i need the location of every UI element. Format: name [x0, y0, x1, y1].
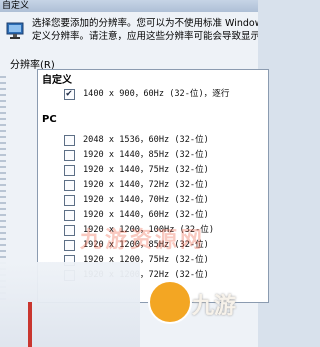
checkbox[interactable]: [64, 165, 75, 176]
site-logo: 九游: [130, 270, 258, 347]
checkbox[interactable]: ✔: [64, 88, 75, 100]
dialog-description: 选择您要添加的分辨率。您可以为不使用标准 Windows 定义分辨率。请注意，应…: [32, 17, 258, 43]
blurred-footer-area: [0, 262, 140, 347]
list-item[interactable]: 1920 x 1440，60Hz (32-位): [64, 209, 268, 222]
logo-text: 九游: [192, 294, 237, 319]
group-header-pc: PC: [42, 114, 57, 125]
description-line-1: 选择您要添加的分辨率。您可以为不使用标准 Windows: [32, 18, 258, 29]
logo-badge-icon: [148, 280, 192, 324]
resolution-label: 1920 x 1440，70Hz (32-位): [83, 195, 209, 205]
checkbox[interactable]: [64, 225, 75, 236]
resolution-label: 1920 x 1440，60Hz (32-位): [83, 210, 209, 220]
checkbox[interactable]: [64, 240, 75, 251]
checkbox[interactable]: [64, 150, 75, 161]
checkbox[interactable]: [64, 195, 75, 206]
group-header-custom: 自定义: [42, 75, 72, 86]
resolution-label: 1920 x 1440，75Hz (32-位): [83, 165, 209, 175]
list-item[interactable]: 1920 x 1440，72Hz (32-位): [64, 179, 268, 192]
resolution-label: 1920 x 1440，85Hz (32-位): [83, 150, 209, 160]
monitor-icon: [6, 22, 24, 39]
checkmark-icon: ✔: [66, 88, 73, 99]
list-item[interactable]: 1920 x 1440，75Hz (32-位): [64, 164, 268, 177]
resolution-label: 1920 x 1440，72Hz (32-位): [83, 180, 209, 190]
list-item[interactable]: 2048 x 1536，60Hz (32-位): [64, 134, 268, 147]
description-line-2: 定义分辨率。请注意，应用这些分辨率可能会导致显示器: [32, 31, 258, 42]
watermark-text: 九游资源网: [80, 228, 206, 253]
highlight-frame: [28, 302, 32, 347]
list-item[interactable]: 1920 x 1440，85Hz (32-位): [64, 149, 268, 162]
checkbox[interactable]: [64, 210, 75, 221]
checkbox[interactable]: [64, 135, 75, 146]
window-title-bar: 自定义: [0, 0, 258, 12]
list-item[interactable]: ✔ 1400 x 900，60Hz (32-位)，逐行: [64, 88, 268, 101]
window-title: 自定义: [2, 1, 30, 11]
list-item[interactable]: 1920 x 1440，70Hz (32-位): [64, 194, 268, 207]
resolution-label: 2048 x 1536，60Hz (32-位): [83, 135, 209, 145]
checkbox[interactable]: [64, 180, 75, 191]
resolution-label: 1400 x 900，60Hz (32-位)，逐行: [83, 89, 230, 99]
